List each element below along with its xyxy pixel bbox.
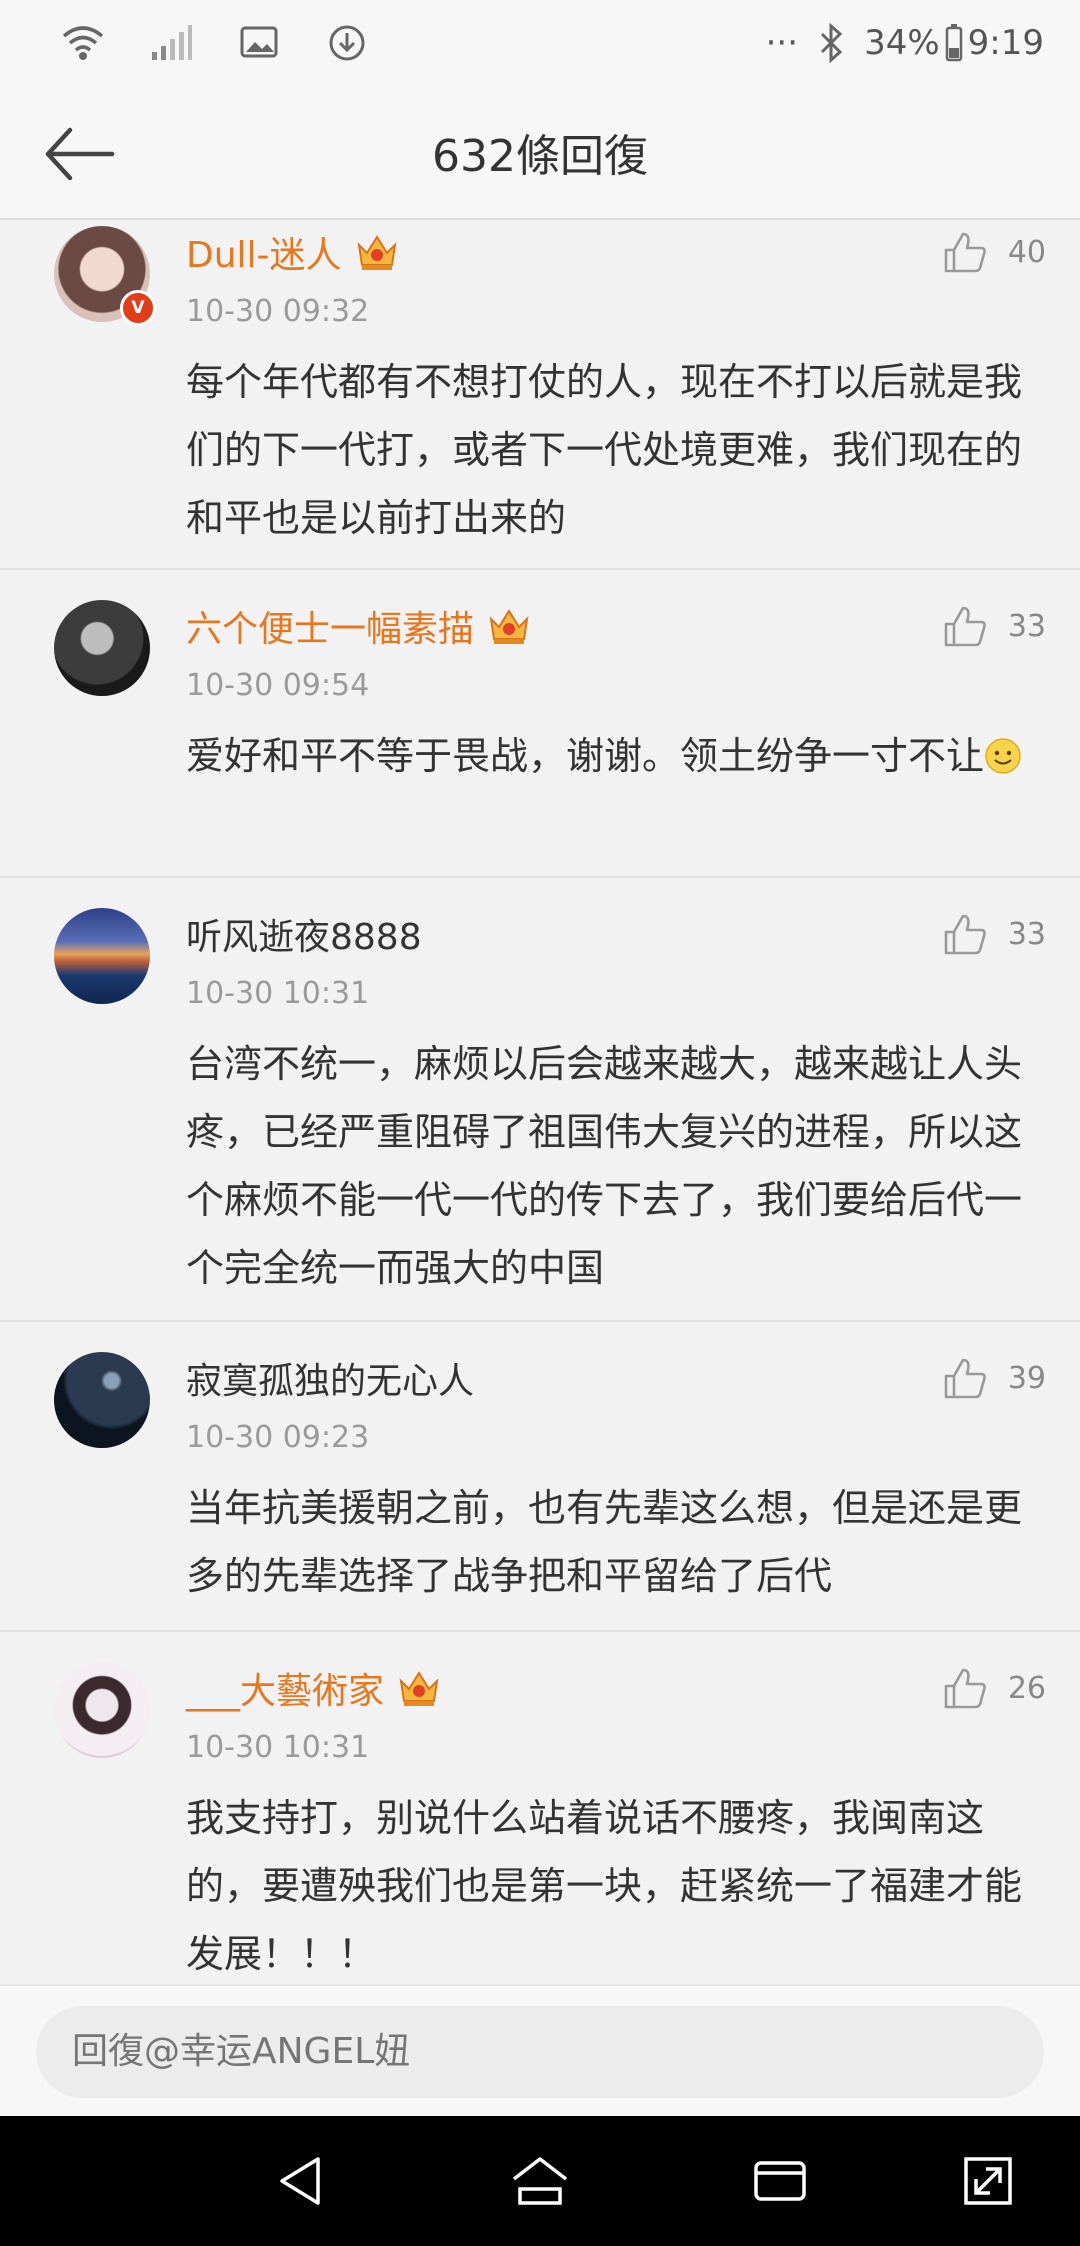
like-button[interactable]: 40 bbox=[942, 230, 1046, 274]
like-count: 26 bbox=[1007, 1670, 1046, 1706]
like-count: 39 bbox=[1007, 1360, 1046, 1396]
like-count: 40 bbox=[1007, 234, 1046, 270]
comment-time: 10-30 09:32 bbox=[186, 294, 370, 329]
username[interactable]: 听风逝夜8888 bbox=[186, 908, 422, 960]
page-title: 632條回復 bbox=[432, 131, 648, 182]
status-icons-left bbox=[60, 20, 370, 66]
avatar[interactable] bbox=[54, 1662, 150, 1758]
comment-text: 台湾不统一，麻烦以后会越来越大，越来越让人头疼，已经严重阻碍了祖国伟大复兴的进程… bbox=[186, 1042, 1023, 1290]
nav-expand-icon[interactable] bbox=[956, 2149, 1020, 2213]
crown-icon bbox=[399, 1671, 439, 1706]
comment-text: 当年抗美援朝之前，也有先辈这么想，但是还是更多的先辈选择了战争把和平留给了后代 bbox=[186, 1486, 1023, 1598]
like-button[interactable]: 33 bbox=[942, 604, 1046, 648]
comment-text: 每个年代都有不想打仗的人，现在不打以后就是我们的下一代打，或者下一代处境更难，我… bbox=[186, 360, 1023, 540]
verified-badge: V bbox=[120, 290, 156, 326]
comment-item[interactable]: 寂寞孤独的无心人 10-30 09:23 39 当年抗美援朝之前，也有先辈这么想… bbox=[0, 1322, 1080, 1632]
comment-list[interactable]: V Dull-迷人 10-30 09:32 40 每个年代都有不想打仗的人，现在… bbox=[0, 220, 1080, 1982]
like-button[interactable]: 33 bbox=[942, 912, 1046, 956]
avatar[interactable] bbox=[54, 908, 150, 1004]
download-icon bbox=[329, 25, 365, 61]
header: 632條回復 bbox=[0, 90, 1080, 220]
avatar[interactable] bbox=[54, 600, 150, 696]
username[interactable]: ___大藝術家 bbox=[186, 1662, 442, 1714]
clock: 9:19 bbox=[967, 23, 1044, 63]
thumbs-up-icon bbox=[944, 1358, 986, 1399]
like-button[interactable]: 26 bbox=[942, 1666, 1046, 1710]
reply-input[interactable] bbox=[36, 2006, 1044, 2098]
comment-time: 10-30 10:31 bbox=[186, 1730, 370, 1765]
signal-icon bbox=[152, 25, 192, 60]
username[interactable]: 寂寞孤独的无心人 bbox=[186, 1352, 474, 1404]
bluetooth-icon bbox=[821, 22, 843, 64]
navigation-bar bbox=[0, 2116, 1080, 2246]
crown-icon bbox=[357, 235, 396, 270]
status-bar: ··· 34% 9:19 bbox=[0, 0, 1080, 90]
comment-text: 我支持打，别说什么站着说话不腰疼，我闽南这的，要遭殃我们也是第一块，赶紧统一了福… bbox=[186, 1796, 1023, 1976]
comment-time: 10-30 09:54 bbox=[186, 668, 370, 703]
username[interactable]: Dull-迷人 bbox=[186, 226, 400, 278]
thumbs-up-icon bbox=[944, 1668, 986, 1709]
crown-icon bbox=[489, 609, 529, 644]
comment-time: 10-30 09:23 bbox=[186, 1420, 370, 1455]
gallery-icon bbox=[240, 26, 278, 58]
more-indicator: ··· bbox=[765, 23, 799, 63]
reply-bar bbox=[0, 1984, 1080, 2118]
comment-item[interactable]: 六个便士一幅素描 10-30 09:54 33 爱好和平不等于畏战，谢谢。领土纷… bbox=[0, 570, 1080, 878]
comment-item[interactable]: V Dull-迷人 10-30 09:32 40 每个年代都有不想打仗的人，现在… bbox=[0, 220, 1080, 570]
battery-percent: 34% bbox=[864, 23, 940, 63]
avatar[interactable] bbox=[54, 1352, 150, 1448]
like-button[interactable]: 39 bbox=[942, 1356, 1046, 1400]
comment-time: 10-30 10:31 bbox=[186, 976, 370, 1011]
comment-item[interactable]: 听风逝夜8888 10-30 10:31 33 台湾不统一，麻烦以后会越来越大，… bbox=[0, 878, 1080, 1322]
nav-recents-icon[interactable] bbox=[748, 2149, 812, 2213]
like-count: 33 bbox=[1007, 608, 1046, 644]
thumbs-up-icon bbox=[944, 232, 986, 273]
like-count: 33 bbox=[1007, 916, 1046, 952]
status-icons-right: ··· 34% 9:19 bbox=[766, 20, 1044, 66]
thumbs-up-icon bbox=[944, 606, 986, 647]
comment-item[interactable]: ___大藝術家 10-30 10:31 26 我支持打，别说什么站着说话不腰疼，… bbox=[0, 1632, 1080, 1982]
nav-home-icon[interactable] bbox=[508, 2149, 572, 2213]
smile-emoji-icon bbox=[985, 738, 1021, 774]
thumbs-up-icon bbox=[944, 914, 986, 955]
battery-icon bbox=[945, 24, 962, 62]
comment-text: 爱好和平不等于畏战，谢谢。领土纷争一寸不让 bbox=[186, 722, 1046, 790]
wifi-icon bbox=[62, 26, 104, 60]
nav-back-icon[interactable] bbox=[270, 2149, 334, 2213]
username[interactable]: 六个便士一幅素描 bbox=[186, 600, 532, 652]
